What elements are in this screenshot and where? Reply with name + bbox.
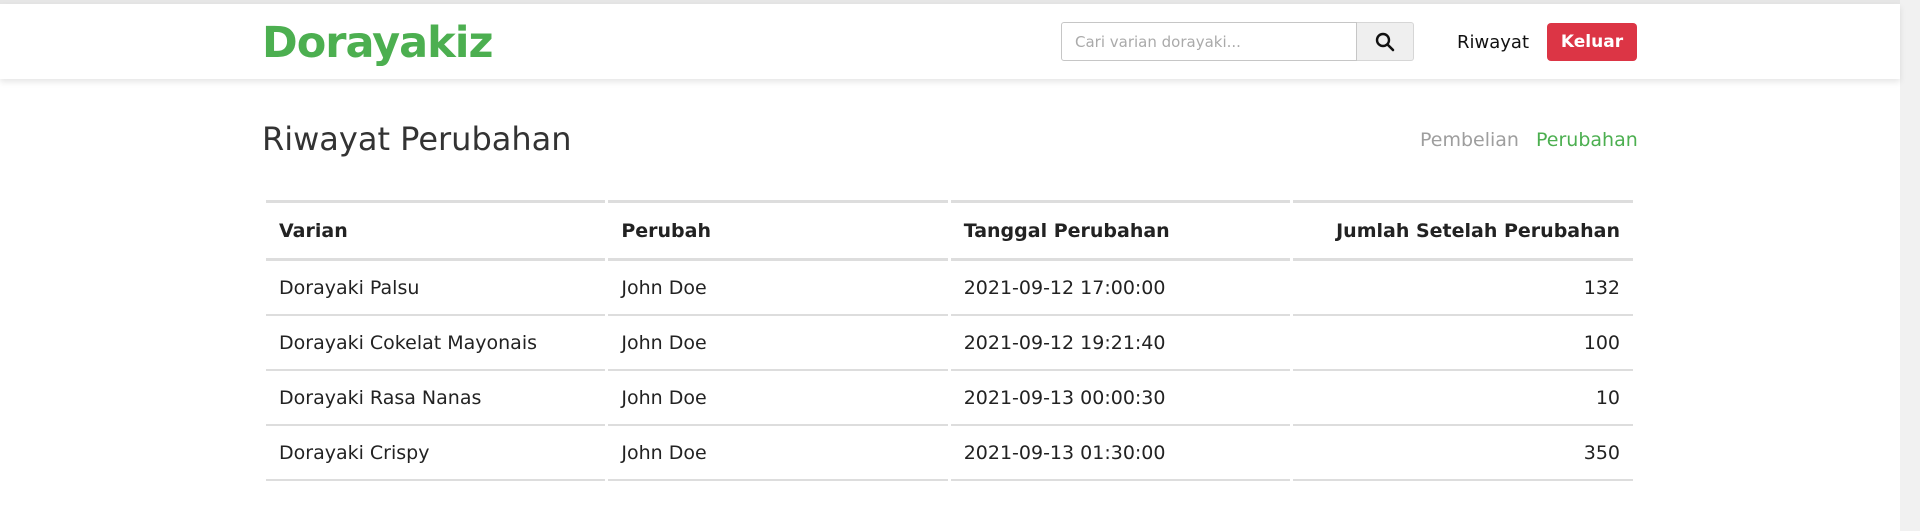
tab-pembelian[interactable]: Pembelian	[1420, 129, 1519, 151]
history-table: Varian Perubah Tanggal Perubahan Jumlah …	[263, 200, 1636, 481]
cell-varian: Dorayaki Crispy	[266, 426, 606, 481]
column-header-jumlah-setelah-perubahan[interactable]: Jumlah Setelah Perubahan	[1293, 200, 1633, 261]
cell-perubah: John Doe	[608, 316, 948, 371]
search-input[interactable]	[1061, 22, 1357, 61]
cell-tanggal: 2021-09-13 00:00:30	[950, 371, 1291, 426]
page-title: Riwayat Perubahan	[262, 120, 572, 158]
nav-link-riwayat[interactable]: Riwayat	[1457, 32, 1529, 53]
logout-button[interactable]: Keluar	[1547, 23, 1637, 61]
brand-logo[interactable]: Dorayakiz	[262, 18, 494, 68]
column-header-perubah[interactable]: Perubah	[608, 200, 948, 261]
cell-tanggal: 2021-09-13 01:30:00	[950, 426, 1291, 481]
cell-varian: Dorayaki Cokelat Mayonais	[266, 316, 606, 371]
cell-jumlah: 10	[1293, 371, 1633, 426]
column-header-varian[interactable]: Varian	[266, 200, 606, 261]
cell-jumlah: 350	[1293, 426, 1633, 481]
table-row: Dorayaki Crispy John Doe 2021-09-13 01:3…	[266, 426, 1633, 481]
tab-perubahan[interactable]: Perubahan	[1536, 129, 1638, 151]
cell-perubah: John Doe	[608, 371, 948, 426]
cell-perubah: John Doe	[608, 426, 948, 481]
cell-tanggal: 2021-09-12 19:21:40	[950, 316, 1291, 371]
cell-tanggal: 2021-09-12 17:00:00	[950, 261, 1291, 316]
cell-jumlah: 100	[1293, 316, 1633, 371]
table-row: Dorayaki Palsu John Doe 2021-09-12 17:00…	[266, 261, 1633, 316]
cell-varian: Dorayaki Palsu	[266, 261, 606, 316]
table-header-row: Varian Perubah Tanggal Perubahan Jumlah …	[266, 200, 1633, 261]
search-icon	[1375, 32, 1395, 51]
cell-varian: Dorayaki Rasa Nanas	[266, 371, 606, 426]
scrollbar-track[interactable]	[1900, 0, 1920, 531]
search-button[interactable]	[1357, 22, 1414, 61]
cell-perubah: John Doe	[608, 261, 948, 316]
cell-jumlah: 132	[1293, 261, 1633, 316]
navbar: Dorayakiz Riwayat Keluar	[0, 4, 1900, 79]
column-header-tanggal-perubahan[interactable]: Tanggal Perubahan	[950, 200, 1291, 261]
table-row: Dorayaki Rasa Nanas John Doe 2021-09-13 …	[266, 371, 1633, 426]
table-row: Dorayaki Cokelat Mayonais John Doe 2021-…	[266, 316, 1633, 371]
